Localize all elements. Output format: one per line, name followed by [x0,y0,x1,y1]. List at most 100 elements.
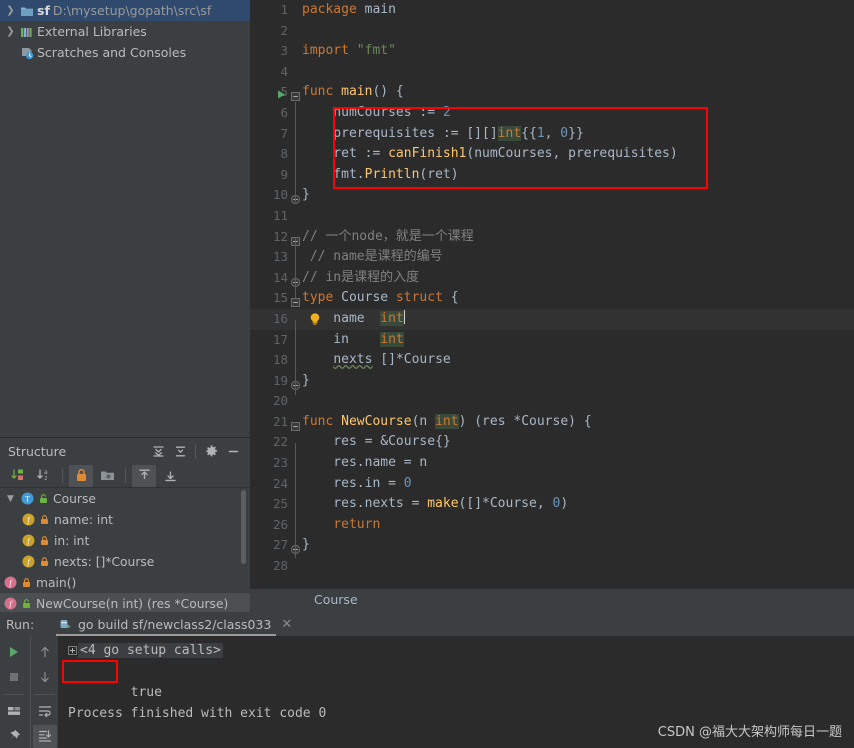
code-line-12[interactable]: 12 // 一个node，就是一个课程 [250,227,854,248]
project-tree-row-scratches[interactable]: Scratches and Consoles [0,42,250,63]
code-line-6[interactable]: 6 numCourses := 2 [250,103,854,124]
code-line-23[interactable]: 23 res.name = n [250,453,854,474]
panel-divider-horizontal[interactable] [0,437,250,438]
show-non-public-icon[interactable] [69,464,93,487]
chevron-right-icon[interactable]: ❯ [4,26,17,37]
code-line-4[interactable]: 4 [250,62,854,83]
code-lines[interactable]: 1 package main 2 3 import "fmt" 4 5 func main()… [250,0,854,588]
code-line-1[interactable]: 1 package main [250,0,854,21]
breadcrumb[interactable]: Course [250,588,854,610]
code-line-24[interactable]: 24 res.in = 0 [250,474,854,495]
toolbar-divider [125,468,126,483]
structure-item-name-int[interactable]: f name: int [0,509,250,530]
run-tool-window[interactable]: Run: go build sf/newclass2/class033 ✕ <4… [0,612,854,748]
scroll-to-end-icon[interactable] [32,724,57,748]
folder-module-icon [20,4,34,18]
code-line-18[interactable]: 18 nexts []*Course [250,350,854,371]
chevron-down-icon[interactable]: ▼ [4,494,17,504]
down-arrow-icon[interactable] [33,665,57,688]
code-line-15[interactable]: 15 type Course struct { [250,288,854,309]
code-line-22[interactable]: 22 res = &Course{} [250,432,854,453]
code-line-19[interactable]: 19} [250,371,854,392]
code-line-28[interactable]: 28 [250,556,854,577]
rerun-icon[interactable] [2,640,26,663]
structure-item-newcourse-n-int-res-course[interactable]: f NewCourse(n int) (res *Course) [0,593,250,612]
external-libraries-icon [20,25,34,39]
code-line-3[interactable]: 3 import "fmt" [250,41,854,62]
code-line-2[interactable]: 2 [250,21,854,42]
line-number: 18 [272,352,288,368]
code-line-14[interactable]: 14 // in是课程的入度 [250,268,854,289]
line-number: 4 [280,63,288,79]
code-editor[interactable]: 1 package main 2 3 import "fmt" 4 5 func main()… [250,0,854,588]
code-line-16[interactable]: 16 name int [250,308,854,330]
structure-item-in-int[interactable]: f in: int [0,530,250,551]
code-text: nexts []*Course [333,352,451,368]
code-text: type Course struct { [302,290,459,306]
code-line-27[interactable]: 27} [250,535,854,556]
structure-item-nexts-course[interactable]: f nexts: []*Course [0,551,250,572]
run-tab-title: go build sf/newclass2/class033 [78,616,272,632]
stop-icon[interactable] [2,665,26,688]
project-node-name: External Libraries [37,24,147,39]
code-line-7[interactable]: 7 prerequisites := [][]int{{1, 0}} [250,124,854,145]
func-icon: f [4,576,17,589]
structure-item-main[interactable]: f main() [0,572,250,593]
breadcrumb-item-course[interactable]: Course [314,592,358,607]
up-arrow-icon[interactable] [33,640,57,663]
project-tool-window[interactable]: ❯ sf D:\mysetup\gopath\src\sf ❯ External… [0,0,250,438]
project-tree-row-sf[interactable]: ❯ sf D:\mysetup\gopath\src\sf [0,0,250,21]
minimize-icon[interactable] [222,440,244,462]
field-icon: f [22,555,35,568]
gear-icon[interactable] [200,440,222,462]
code-line-26[interactable]: 26 return [250,515,854,536]
line-number: 16 [272,310,288,326]
project-tree-row-external-libraries[interactable]: ❯ External Libraries [0,21,250,42]
run-tab-bar: Run: go build sf/newclass2/class033 ✕ [0,612,854,636]
watermark: CSDN @福大大架构师每日一题 [657,725,842,740]
structure-item-label: NewCourse(n int) (res *Course) [36,596,229,611]
sort-alphabetically-icon[interactable]: az [32,465,56,487]
chevron-right-icon[interactable]: ❯ [4,5,17,16]
code-text: } [302,372,310,388]
line-number: 7 [280,125,288,141]
console-setup-line[interactable]: <4 go setup calls> [68,640,854,661]
group-icon[interactable] [95,465,119,487]
close-icon[interactable]: ✕ [281,617,292,632]
code-line-20[interactable]: 20 [250,391,854,412]
collapse-all-icon[interactable] [169,440,191,462]
code-line-13[interactable]: 13 // name是课程的编号 [250,247,854,268]
code-line-5[interactable]: 5 func main() { [250,82,854,103]
soft-wrap-icon[interactable] [33,699,57,722]
code-line-9[interactable]: 9 fmt.Println(ret) [250,165,854,186]
structure-toolbar[interactable]: az [0,464,250,488]
pin-icon[interactable] [2,725,26,748]
run-actions-toolbar[interactable] [0,636,28,748]
toolbar-divider [4,693,24,695]
structure-tree[interactable]: ▼ T Course f name: int f in: int f nexts: []*Cou… [0,488,250,612]
code-line-11[interactable]: 11 [250,206,854,227]
structure-tool-window[interactable]: Structure az ▼ T Course f name: int f in… [0,438,250,612]
code-line-10[interactable]: 10} [250,185,854,206]
toolbar-divider [34,693,55,695]
private-icon [39,556,50,567]
code-line-17[interactable]: 17 in int [250,330,854,351]
code-text: res.name = n [302,455,428,471]
show-inherited-icon[interactable] [132,464,156,487]
sort-by-visibility-icon[interactable] [6,465,30,487]
show-anonymous-icon[interactable] [158,465,182,487]
private-icon [39,535,50,546]
code-text: func main() { [302,84,404,100]
run-tab[interactable]: go build sf/newclass2/class033 ✕ [54,617,296,632]
code-line-8[interactable]: 8 ret := canFinish1(numCourses, prerequi… [250,144,854,165]
layout-icon[interactable] [2,699,26,722]
code-line-21[interactable]: 21 func NewCourse(n int) (res *Course) { [250,412,854,433]
expand-icon[interactable] [68,646,77,655]
expand-all-icon[interactable] [147,440,169,462]
structure-item-course[interactable]: ▼ T Course [0,488,250,509]
structure-scrollbar[interactable] [241,490,246,564]
run-console-toolbar[interactable] [30,636,58,748]
line-number: 12 [272,228,288,244]
code-text: // name是课程的编号 [302,249,443,265]
code-line-25[interactable]: 25 res.nexts = make([]*Course, 0) [250,494,854,515]
